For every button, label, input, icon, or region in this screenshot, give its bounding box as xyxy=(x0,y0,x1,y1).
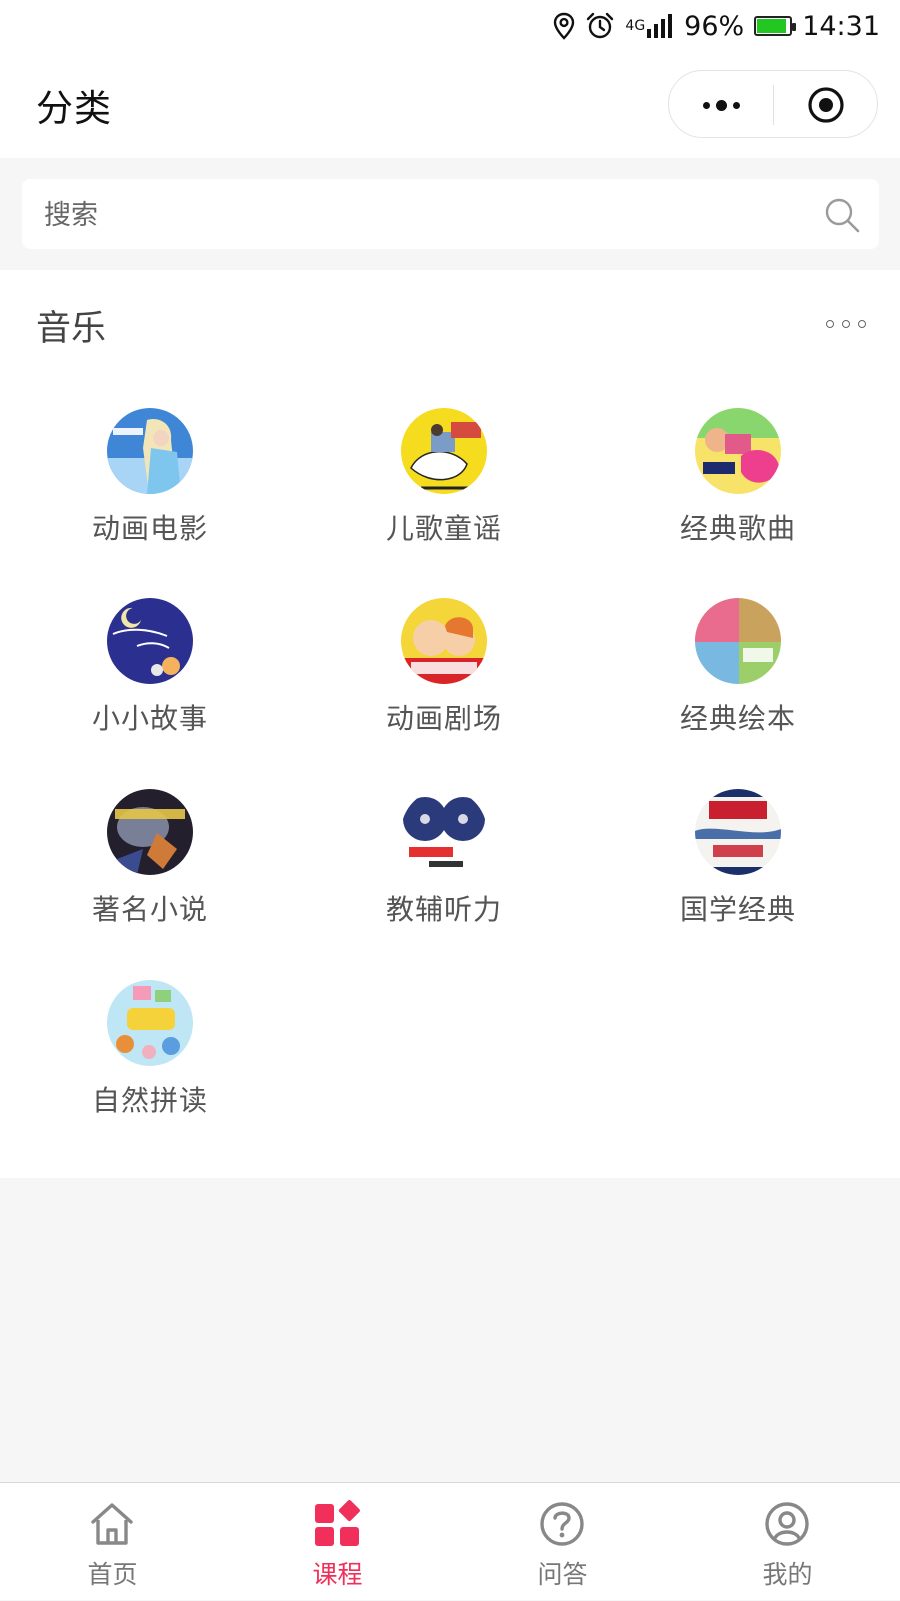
category-item[interactable]: 动画剧场 xyxy=(294,598,594,778)
category-item[interactable]: 经典绘本 xyxy=(588,598,888,778)
picture-book-cover xyxy=(695,598,781,684)
category-item[interactable]: 经典歌曲 xyxy=(588,408,888,588)
search-area xyxy=(0,158,900,270)
category-label: 经典绘本 xyxy=(679,702,796,735)
search-icon[interactable] xyxy=(823,196,861,234)
tab-bar: 首页 课程 问答 我的 xyxy=(0,1482,900,1600)
page-title: 分类 xyxy=(36,87,112,130)
mini-program-capsule xyxy=(668,70,878,138)
alarm-icon xyxy=(585,11,615,41)
category-label: 教辅听力 xyxy=(385,893,502,926)
more-circles-icon[interactable] xyxy=(826,314,866,334)
category-label: 儿歌童谣 xyxy=(385,512,502,545)
location-icon xyxy=(553,12,575,40)
signal-icon: 4G xyxy=(625,13,674,39)
super-tots-cover xyxy=(401,789,487,875)
more-dots-icon[interactable] xyxy=(691,81,751,129)
tab-home[interactable]: 首页 xyxy=(0,1483,225,1601)
question-icon xyxy=(538,1500,586,1548)
category-item[interactable]: 儿歌童谣 xyxy=(294,408,594,588)
search-box[interactable] xyxy=(22,179,879,251)
phonics-cover xyxy=(107,980,193,1066)
tab-label: 课程 xyxy=(312,1560,363,1589)
category-label: 著名小说 xyxy=(91,893,208,926)
category-item[interactable]: 国学经典 xyxy=(588,789,888,969)
category-item[interactable]: 著名小说 xyxy=(0,789,300,969)
category-item[interactable]: 教辅听力 xyxy=(294,789,594,969)
section-title: 音乐 xyxy=(36,309,107,349)
tab-label: 问答 xyxy=(537,1560,588,1589)
english-story-cover xyxy=(107,598,193,684)
tab-label: 首页 xyxy=(87,1560,138,1589)
status-time: 14:31 xyxy=(802,10,880,42)
category-label: 自然拼读 xyxy=(91,1084,208,1117)
mother-goose-cover xyxy=(401,408,487,494)
target-close-icon[interactable] xyxy=(807,86,845,124)
category-label: 动画电影 xyxy=(91,512,208,545)
battery-percent: 96% xyxy=(684,10,745,42)
tab-course[interactable]: 课程 xyxy=(225,1483,450,1601)
profile-icon xyxy=(763,1500,811,1548)
category-label: 动画剧场 xyxy=(385,702,502,735)
nav-bar: 分类 xyxy=(0,52,900,158)
category-label: 经典歌曲 xyxy=(679,512,796,545)
tab-label: 我的 xyxy=(762,1560,813,1589)
harry-potter-cover xyxy=(107,789,193,875)
status-bar: 4G 96% 14:31 xyxy=(0,0,900,52)
category-section: 音乐 动画电影 儿歌童谣 经典歌曲 小小故事 动画剧场 经典绘本 著名小说 教辅… xyxy=(0,270,900,1178)
home-icon xyxy=(88,1500,136,1548)
capsule-divider xyxy=(773,85,774,125)
guoxue-cover xyxy=(695,789,781,875)
category-item[interactable]: 小小故事 xyxy=(0,598,300,778)
frozen-cover xyxy=(107,408,193,494)
category-label: 国学经典 xyxy=(679,893,796,926)
category-label: 小小故事 xyxy=(91,702,208,735)
pinkfong-cover xyxy=(695,408,781,494)
search-input[interactable] xyxy=(42,179,806,251)
tab-mine[interactable]: 我的 xyxy=(675,1483,900,1601)
category-item[interactable]: 动画电影 xyxy=(0,408,300,588)
course-grid-icon xyxy=(313,1500,361,1548)
battery-icon xyxy=(754,16,797,36)
category-item[interactable]: 自然拼读 xyxy=(0,980,300,1160)
tab-qa[interactable]: 问答 xyxy=(450,1483,675,1601)
caillou-cover xyxy=(401,598,487,684)
battery-level xyxy=(757,19,786,33)
network-type: 4G xyxy=(625,18,646,34)
